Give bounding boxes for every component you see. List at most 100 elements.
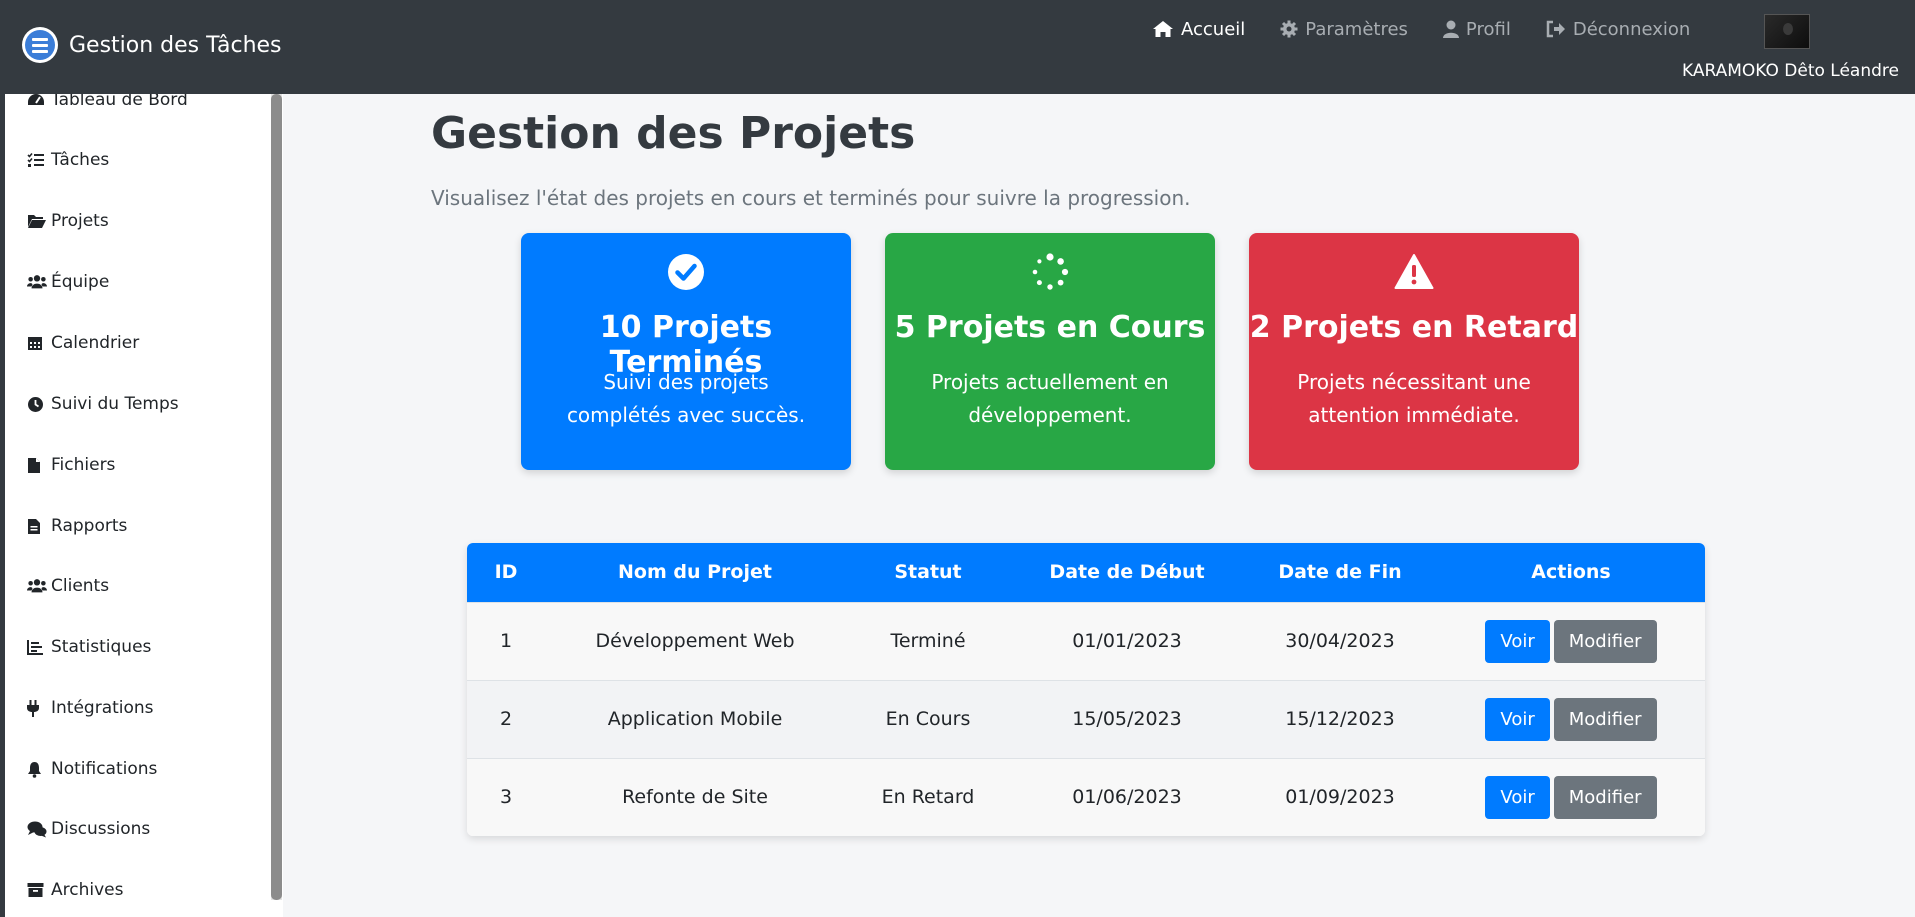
check-circle-icon [521,253,851,291]
view-button[interactable]: Voir [1485,775,1550,819]
cell-start-date: 01/06/2023 [1072,786,1182,809]
chart-icon [27,638,47,656]
sidebar-item-label: Rapports [51,516,128,536]
sidebar-item-label: Équipe [51,272,110,292]
table-row: 1 Développement Web Terminé 01/01/2023 3… [467,602,1705,680]
brand[interactable]: Gestion des Tâches [22,27,282,63]
cell-end-date: 15/12/2023 [1285,708,1395,730]
cell-status: En Cours [885,708,971,730]
column-header-nom[interactable]: Nom du Projet [545,543,845,602]
sidebar-item-integrations[interactable]: Intégrations [27,698,154,718]
page-title: Gestion des Projets [431,108,916,159]
nav-link-accueil[interactable]: Accueil [1152,18,1245,40]
column-header-debut[interactable]: Date de Début [1011,543,1243,602]
cell-actions: Voir Modifier [1437,602,1705,680]
clock-icon [27,395,47,413]
nav-link-label: Profil [1465,18,1511,40]
clients-icon [27,577,47,595]
table-header-row: ID Nom du Projet Statut Date de Début Da… [467,543,1705,602]
page-subtitle: Visualisez l'état des projets en cours e… [431,186,1191,210]
projects-table: ID Nom du Projet Statut Date de Début Da… [467,543,1705,836]
users-icon [27,273,47,291]
sidebar-item-label: Intégrations [51,698,154,718]
cell-actions: Voir Modifier [1437,758,1705,836]
sidebar-item-suivi-du-temps[interactable]: Suivi du Temps [27,394,179,414]
nav-link-label: Déconnexion [1572,18,1691,40]
sidebar-item-tableau-de-bord[interactable]: Tableau de Bord [27,94,188,110]
card-text: Suivi des projets complétés avec succès. [566,370,806,427]
tasks-icon [27,151,47,169]
cell-id: 3 [499,786,513,809]
card-title: 2 Projets en Retard [1249,310,1579,345]
nav-links: Accueil Paramètres Profil Déconnexion [1152,18,1725,40]
tasks-logo-icon [22,27,58,63]
brand-title: Gestion des Tâches [69,32,282,58]
sidebar-item-label: Notifications [51,759,158,779]
nav-link-label: Paramètres [1305,18,1408,40]
sidebar-item-statistiques[interactable]: Statistiques [27,637,151,657]
cell-start-date: 15/05/2023 [1072,708,1182,730]
file-icon [27,456,47,474]
user-icon [1442,20,1459,38]
sidebar-item-clients[interactable]: Clients [27,576,109,596]
folder-open-icon [27,212,47,230]
cell-id: 1 [499,630,513,652]
cell-actions: Voir Modifier [1437,680,1705,758]
cell-id: 2 [499,708,513,730]
sidebar-scrollbar-thumb[interactable] [271,94,282,900]
sidebar-item-label: Tableau de Bord [51,94,188,110]
sidebar-item-notifications[interactable]: Notifications [27,759,157,779]
column-header-id[interactable]: ID [467,543,545,602]
cell-name: Développement Web [595,630,795,652]
view-button[interactable]: Voir [1485,619,1550,663]
sidebar-item-rapports[interactable]: Rapports [27,516,127,536]
plug-icon [27,699,47,717]
cell-status: Terminé [890,630,966,652]
card-title: 5 Projets en Cours [894,310,1206,345]
view-button[interactable]: Voir [1485,697,1550,741]
cell-name: Refonte de Site [622,786,768,809]
column-header-statut[interactable]: Statut [845,543,1011,602]
card-text: Projets nécessitant une attention immédi… [1297,370,1531,427]
sidebar-item-fichiers[interactable]: Fichiers [27,455,115,475]
nav-link-deconnexion[interactable]: Déconnexion [1546,18,1691,40]
sidebar-item-label: Archives [51,880,124,900]
archive-icon [27,881,47,899]
sidebar-item-taches[interactable]: Tâches [27,150,109,170]
sidebar-item-equipe[interactable]: Équipe [27,272,109,292]
sidebar-item-label: Projets [51,211,109,231]
cell-name: Application Mobile [607,708,783,730]
nav-link-parametres[interactable]: Paramètres [1280,18,1408,40]
table-row: 2 Application Mobile En Cours 15/05/2023… [467,680,1705,758]
gear-icon [1280,20,1298,38]
dashboard-icon [27,94,47,109]
sidebar-item-label: Tâches [51,150,110,170]
sidebar: Tableau de Bord Tâches Projets Équipe Ca… [5,94,283,917]
calendar-icon [27,334,47,352]
card-projets-en-retard: 2 Projets en Retard Projets nécessitant … [1249,233,1579,470]
top-navbar: Gestion des Tâches Accueil Paramètres Pr… [0,0,1915,94]
nav-link-profil[interactable]: Profil [1442,18,1511,40]
sidebar-item-label: Calendrier [51,333,140,353]
card-text: Projets actuellement en développement. [931,370,1169,427]
sidebar-item-label: Discussions [51,819,151,839]
sidebar-item-calendrier[interactable]: Calendrier [27,333,139,353]
sidebar-item-label: Suivi du Temps [51,394,179,414]
nav-link-label: Accueil [1181,18,1246,40]
sidebar-item-projets[interactable]: Projets [27,211,109,231]
card-projets-termines: 10 Projets Terminés Suivi des projets co… [521,233,851,470]
sign-out-icon [1546,20,1565,38]
edit-button[interactable]: Modifier [1553,697,1657,741]
column-header-fin[interactable]: Date de Fin [1243,543,1437,602]
sidebar-item-archives[interactable]: Archives [27,880,123,900]
table-row: 3 Refonte de Site En Retard 01/06/2023 0… [467,758,1705,836]
edit-button[interactable]: Modifier [1553,619,1657,663]
bell-icon [27,760,47,778]
avatar[interactable] [1764,14,1810,49]
sidebar-item-discussions[interactable]: Discussions [27,819,150,839]
column-header-actions: Actions [1531,561,1611,584]
report-icon [27,517,47,535]
comments-icon [27,820,47,838]
user-name: KARAMOKO Dêto Léandre [1682,61,1899,81]
edit-button[interactable]: Modifier [1553,775,1657,819]
